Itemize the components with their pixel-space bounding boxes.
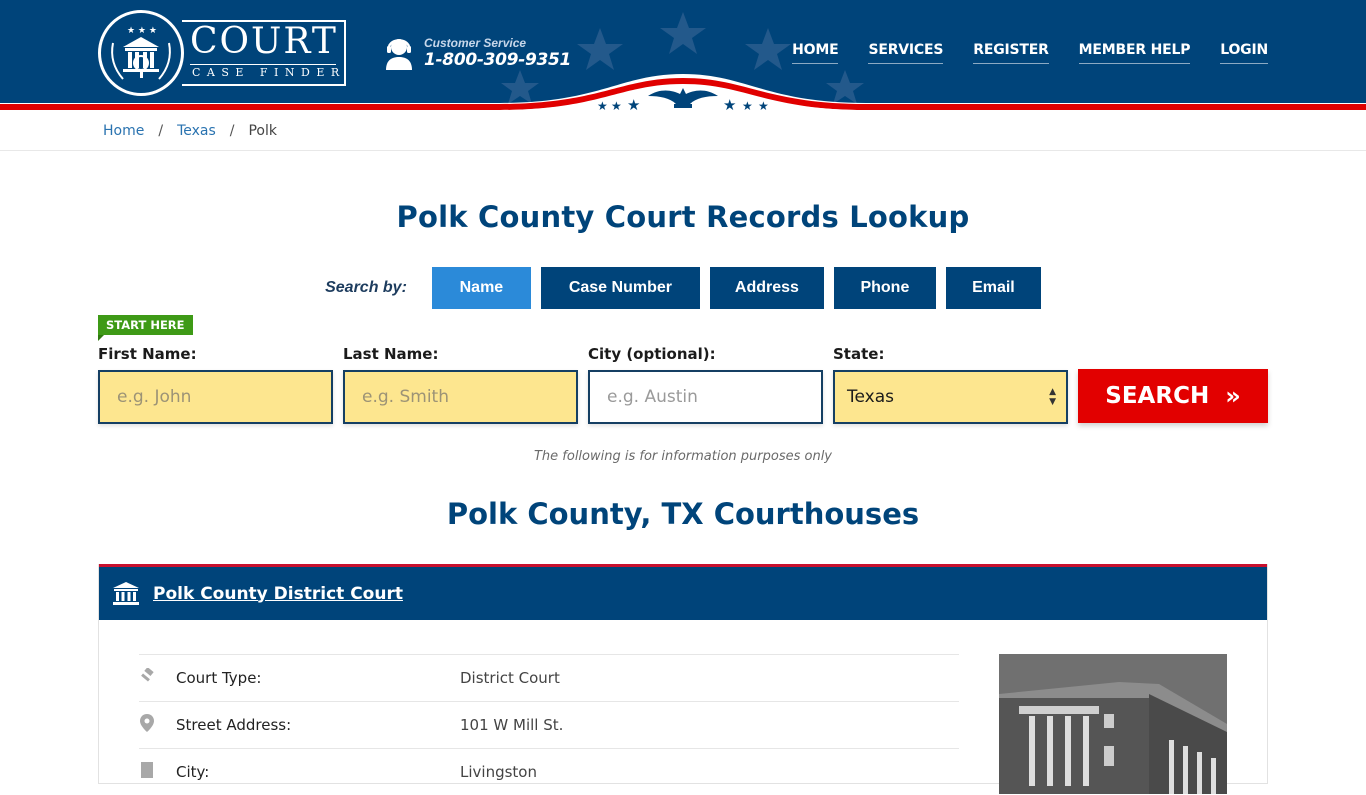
- courthouse-card: Polk County District Court Court Type: D…: [98, 564, 1268, 794]
- last-name-label: Last Name:: [343, 345, 439, 363]
- detail-value: Livingston: [460, 763, 537, 781]
- tab-name[interactable]: Name: [431, 267, 531, 309]
- state-label: State:: [833, 345, 885, 363]
- site-header: ★ ★ ★ ★ ★ ★ ★ ★ ★ COURT CASE FINDER Cust…: [0, 0, 1366, 112]
- logo-title: COURT: [190, 21, 338, 62]
- courthouse-name-link[interactable]: Polk County District Court: [153, 584, 403, 604]
- courthouse-icon: [113, 581, 139, 605]
- city-field: City (optional): e.g. Austin: [588, 345, 823, 424]
- breadcrumb-texas[interactable]: Texas: [177, 123, 216, 139]
- search-by-tabs: Search by: Name Case Number Address Phon…: [0, 267, 1366, 309]
- detail-value: 101 W Mill St.: [460, 716, 564, 734]
- breadcrumb-home[interactable]: Home: [103, 123, 144, 139]
- detail-row-street-address: Street Address: 101 W Mill St.: [139, 701, 959, 748]
- breadcrumb: Home / Texas / Polk: [0, 112, 1366, 151]
- nav-member-help[interactable]: MEMBER HELP: [1078, 42, 1190, 64]
- logo-subtitle: CASE FINDER: [192, 66, 346, 79]
- courthouse-emblem-icon: ★ ★ ★: [98, 10, 184, 96]
- building-icon: [139, 762, 176, 782]
- nav-register[interactable]: REGISTER: [973, 42, 1049, 64]
- page-title: Polk County Court Records Lookup: [396, 200, 970, 234]
- search-button[interactable]: SEARCH »: [1078, 369, 1268, 423]
- first-name-field: First Name: e.g. John: [98, 345, 333, 424]
- detail-label: City:: [176, 763, 210, 781]
- nav-login[interactable]: LOGIN: [1220, 42, 1268, 64]
- svg-text:★: ★: [627, 96, 640, 112]
- double-chevron-right-icon: »: [1225, 382, 1241, 410]
- main-nav: HOME SERVICES REGISTER MEMBER HELP LOGIN: [792, 42, 1268, 64]
- logo-divider: [190, 64, 336, 65]
- tab-phone[interactable]: Phone: [833, 267, 936, 309]
- state-select[interactable]: Texas ▲ ▼: [833, 370, 1068, 424]
- detail-value: District Court: [460, 669, 560, 687]
- svg-text:★ ★ ★: ★ ★ ★: [127, 26, 157, 36]
- nav-services[interactable]: SERVICES: [868, 42, 943, 64]
- nav-home[interactable]: HOME: [792, 42, 839, 64]
- svg-text:★: ★: [611, 99, 622, 112]
- courthouse-details: Court Type: District Court Street Addres…: [139, 654, 959, 795]
- courthouses-title: Polk County, TX Courthouses: [446, 497, 920, 531]
- search-by-label: Search by:: [325, 279, 407, 296]
- customer-service-phone[interactable]: 1-800-309-9351: [424, 50, 571, 70]
- last-name-field: Last Name: e.g. Smith: [343, 345, 578, 424]
- city-label: City (optional):: [588, 345, 716, 363]
- customer-service-label: Customer Service: [424, 36, 527, 50]
- detail-row-city: City: Livingston: [139, 748, 959, 795]
- courthouse-card-header: Polk County District Court: [99, 564, 1267, 620]
- city-input[interactable]: e.g. Austin: [588, 370, 823, 424]
- courthouse-photo: [999, 654, 1227, 794]
- headset-icon: [386, 39, 412, 70]
- svg-text:★: ★: [723, 96, 736, 112]
- svg-text:★: ★: [742, 99, 753, 112]
- breadcrumb-separator: /: [229, 123, 235, 139]
- breadcrumb-separator: /: [158, 123, 164, 139]
- map-pin-icon: [139, 714, 176, 736]
- state-select-value: Texas: [847, 387, 894, 407]
- start-here-badge: START HERE: [98, 315, 193, 341]
- detail-label: Court Type:: [176, 669, 262, 687]
- svg-text:★: ★: [597, 99, 608, 112]
- first-name-label: First Name:: [98, 345, 197, 363]
- svg-text:★: ★: [758, 99, 769, 112]
- breadcrumb-current: Polk: [248, 123, 277, 139]
- tab-case-number[interactable]: Case Number: [540, 267, 700, 309]
- gavel-icon: [139, 667, 176, 688]
- first-name-input[interactable]: e.g. John: [98, 370, 333, 424]
- state-field: State: Texas ▲ ▼: [833, 345, 1068, 424]
- detail-row-court-type: Court Type: District Court: [139, 654, 959, 701]
- select-arrows-icon: ▲ ▼: [1049, 387, 1056, 407]
- disclaimer-text: The following is for information purpose…: [533, 449, 833, 464]
- last-name-input[interactable]: e.g. Smith: [343, 370, 578, 424]
- court-case-finder-logo[interactable]: ★ ★ ★ COURT CASE FINDER: [98, 10, 348, 96]
- tab-address[interactable]: Address: [709, 267, 824, 309]
- search-button-label: SEARCH: [1105, 383, 1210, 409]
- tab-email[interactable]: Email: [945, 267, 1041, 309]
- detail-label: Street Address:: [176, 716, 292, 734]
